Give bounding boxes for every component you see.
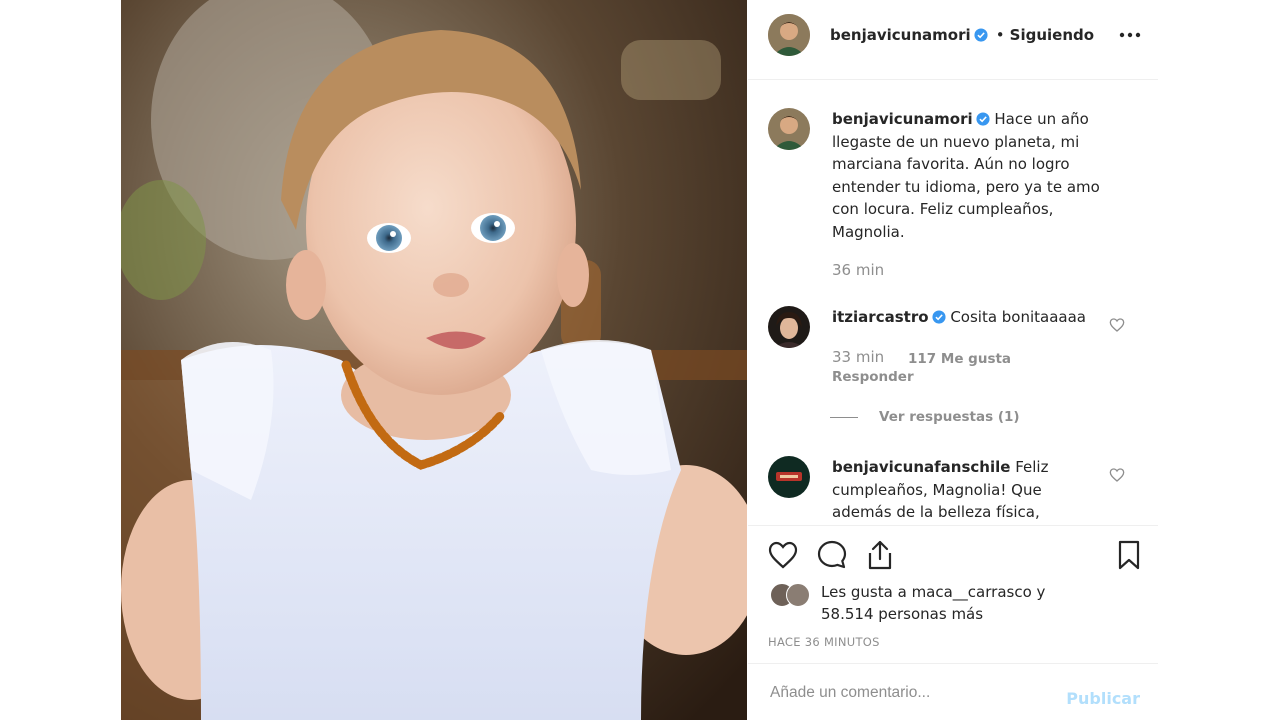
baby-photo-image bbox=[121, 0, 747, 720]
commenter-username[interactable]: itziarcastro bbox=[832, 308, 929, 326]
caption-line: con locura. Feliz cumpleaños, bbox=[832, 200, 1054, 218]
likes-suffix: y bbox=[1036, 583, 1046, 601]
likes-summary: Les gusta a maca__carrasco y 58.514 pers… bbox=[821, 581, 1045, 625]
commenter-username[interactable]: benjavicunafanschile bbox=[832, 458, 1010, 476]
author-username[interactable]: benjavicunamori bbox=[830, 26, 971, 44]
verified-badge-icon bbox=[976, 112, 990, 126]
comment-bubble-icon[interactable] bbox=[816, 539, 848, 571]
caption-line: llegaste de un nuevo planeta, mi bbox=[832, 132, 1080, 151]
header-user-line: benjavicunamori • Siguiendo bbox=[830, 25, 1094, 44]
commenter-avatar[interactable] bbox=[768, 456, 810, 498]
liker-username[interactable]: maca__carrasco bbox=[912, 583, 1032, 601]
caption-text: benjavicunamori Hace un año llegaste de … bbox=[832, 108, 1132, 243]
post-timestamp[interactable]: HACE 36 MINUTOS bbox=[768, 635, 880, 649]
comment-text: itziarcastro Cosita bonitaaaaa bbox=[832, 306, 1102, 329]
liker-avatar bbox=[786, 583, 810, 607]
bookmark-icon[interactable] bbox=[1113, 539, 1145, 571]
add-comment-bar: Publicar bbox=[748, 663, 1158, 721]
caption-line: entender tu idioma, pero ya te amo bbox=[832, 177, 1100, 196]
comment-input[interactable] bbox=[768, 678, 1072, 708]
more-options-icon[interactable] bbox=[1118, 25, 1142, 45]
view-replies-button[interactable]: Ver respuestas (1) bbox=[879, 409, 1020, 425]
liker-avatars[interactable] bbox=[770, 583, 816, 607]
likes-count[interactable]: 58.514 personas más bbox=[821, 603, 1045, 625]
header-separator: • bbox=[995, 26, 1005, 44]
comment-body: cumpleaños, Magnolia! Que bbox=[832, 480, 1042, 499]
post-header: benjavicunamori • Siguiendo bbox=[748, 0, 1158, 80]
verified-badge-icon bbox=[931, 310, 946, 324]
caption-time[interactable]: 36 min bbox=[832, 261, 884, 279]
heart-icon[interactable] bbox=[767, 539, 799, 571]
comment-body: Feliz bbox=[1015, 458, 1049, 476]
caption-line: Magnolia. bbox=[832, 222, 905, 241]
like-comment-heart-icon[interactable] bbox=[1109, 467, 1125, 483]
comments-list[interactable]: benjavicunamori Hace un año llegaste de … bbox=[748, 80, 1158, 526]
comment-body: Cosita bonitaaaaa bbox=[950, 308, 1087, 326]
following-button[interactable]: Siguiendo bbox=[1010, 26, 1094, 44]
verified-badge-icon bbox=[974, 28, 988, 42]
post-photo[interactable] bbox=[121, 0, 747, 720]
comment-likes-count[interactable]: 117 Me gusta bbox=[908, 351, 1011, 367]
comment-body: además de la belleza física, bbox=[832, 503, 1040, 521]
caption-avatar[interactable] bbox=[768, 108, 810, 150]
caption-username[interactable]: benjavicunamori bbox=[832, 110, 973, 128]
post-side-panel: benjavicunamori • Siguiendo benjavicunam… bbox=[748, 0, 1158, 720]
comment-text: benjavicunafanschile Feliz cumpleaños, M… bbox=[832, 456, 1112, 524]
commenter-avatar[interactable] bbox=[768, 306, 810, 348]
replies-divider bbox=[830, 417, 858, 418]
author-avatar[interactable] bbox=[768, 14, 810, 56]
reply-button[interactable]: Responder bbox=[832, 369, 914, 385]
share-icon[interactable] bbox=[864, 539, 896, 571]
likes-prefix: Les gusta a bbox=[821, 583, 907, 601]
caption-line: marciana favorita. Aún no logro bbox=[832, 155, 1070, 173]
publish-button[interactable]: Publicar bbox=[1066, 689, 1140, 708]
caption-line: Hace un año bbox=[994, 110, 1089, 128]
like-comment-heart-icon[interactable] bbox=[1109, 317, 1125, 333]
comment-time[interactable]: 33 min bbox=[832, 348, 884, 366]
